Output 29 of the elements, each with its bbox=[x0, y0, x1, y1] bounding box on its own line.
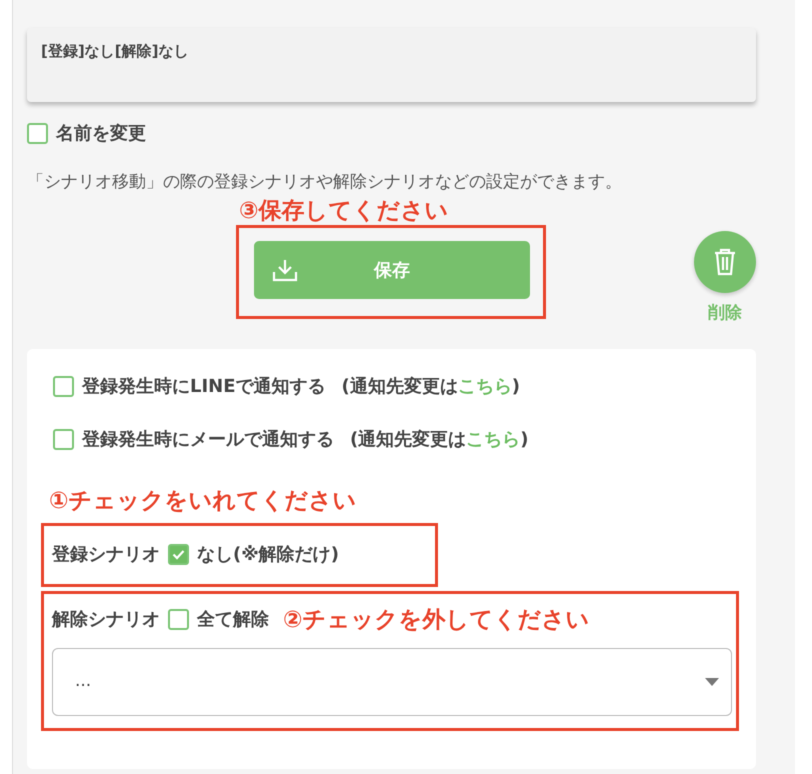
notification-note: (通知先変更はこちら) bbox=[342, 375, 520, 399]
scenario-select[interactable]: ... bbox=[52, 648, 732, 716]
delete-button[interactable] bbox=[694, 231, 756, 293]
check-icon bbox=[172, 549, 185, 560]
summary-text: [登録]なし[解除]なし bbox=[41, 42, 188, 60]
checkbox[interactable] bbox=[168, 544, 189, 565]
trash-icon bbox=[713, 248, 737, 276]
checkbox-label: 名前を変更 bbox=[56, 122, 146, 146]
checkbox[interactable] bbox=[168, 609, 189, 630]
checkbox[interactable] bbox=[53, 376, 74, 397]
annotation-text: ②チェックを外してください bbox=[283, 606, 590, 634]
change-link[interactable]: こちら bbox=[466, 429, 520, 450]
save-button[interactable]: 保存 bbox=[254, 241, 530, 299]
notification-note: (通知先変更はこちら) bbox=[350, 428, 528, 452]
field-label: 登録シナリオ bbox=[52, 543, 160, 567]
delete-label: 削除 bbox=[708, 302, 742, 325]
checkbox[interactable] bbox=[27, 123, 48, 144]
checkbox[interactable] bbox=[53, 429, 74, 450]
annotation-text: ③保存してください bbox=[239, 197, 450, 225]
notification-label: 登録発生時にLINEで通知する bbox=[82, 375, 326, 399]
download-icon bbox=[272, 258, 298, 282]
checkbox-label: なし(※解除だけ) bbox=[197, 543, 339, 567]
annotation-text: ①チェックをいれてください bbox=[49, 486, 356, 514]
description-text: 「シナリオ移動」の際の登録シナリオや解除シナリオなどの設定ができます。 bbox=[27, 171, 623, 194]
checkbox-label: 全て解除 bbox=[197, 608, 269, 632]
field-label: 解除シナリオ bbox=[52, 608, 160, 632]
notification-label: 登録発生時にメールで通知する bbox=[82, 428, 334, 452]
change-link[interactable]: こちら bbox=[458, 376, 512, 397]
caret-icon bbox=[705, 678, 719, 686]
